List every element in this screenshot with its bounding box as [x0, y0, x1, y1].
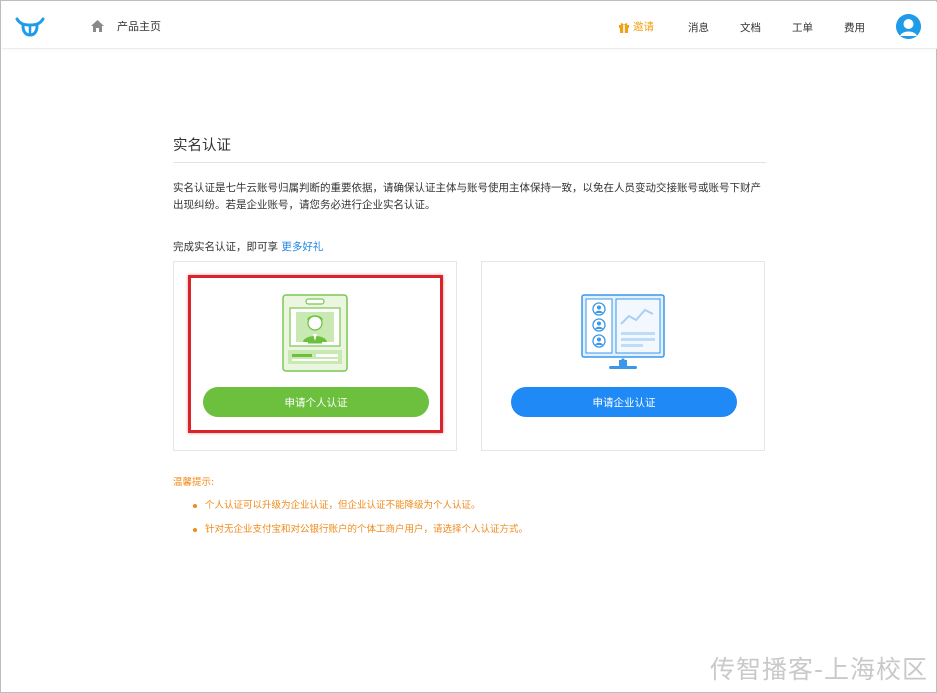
tip-item: 个人认证可以升级为企业认证，但企业认证不能降级为个人认证。: [173, 500, 766, 512]
nav-messages-label: 消息: [688, 22, 709, 34]
tips-list: 个人认证可以升级为企业认证，但企业认证不能降级为个人认证。 针对无企业支付宝和对…: [173, 500, 766, 536]
nav-docs-label: 文档: [740, 22, 761, 34]
watermark-text: 传智播客-上海校区: [709, 655, 928, 684]
more-gifts-link[interactable]: 更多好礼: [281, 241, 323, 253]
personal-card[interactable]: 申请个人认证: [173, 261, 457, 451]
enterprise-card[interactable]: 申请企业认证: [481, 261, 765, 451]
home-icon: [91, 20, 104, 32]
nav-invite-label: 邀请: [633, 21, 654, 33]
tips-title: 温馨提示:: [173, 477, 215, 488]
intro-text: 实名认证是七牛云账号归属判断的重要依据，请确保认证主体与账号使用主体保持一致，以…: [173, 182, 761, 211]
verification-options: 申请个人认证 申请企业认证: [173, 261, 766, 451]
nav-docs[interactable]: 文档: [740, 20, 761, 35]
page-title: 实名认证: [173, 131, 766, 163]
nav-ticket-label: 工单: [792, 22, 813, 34]
id-card-icon: [282, 294, 348, 372]
gift-prefix: 完成实名认证，即可享: [173, 241, 278, 253]
product-home-label: 产品主页: [117, 20, 161, 33]
user-avatar-icon: [896, 14, 921, 39]
nav-messages[interactable]: 消息: [688, 20, 709, 35]
browser-frame: 产品主页 邀请 消息 文档 工单 费用 实名认证 实名认证是七牛云账号归属判断的…: [0, 0, 937, 693]
top-header: 产品主页 邀请 消息 文档 工单 费用: [2, 2, 937, 49]
monitor-icon: [581, 294, 665, 369]
verification-panel: 实名认证 实名认证是七牛云账号归属判断的重要依据，请确保认证主体与账号使用主体保…: [173, 131, 766, 535]
nav-ticket[interactable]: 工单: [792, 20, 813, 35]
tip-item: 针对无企业支付宝和对公银行账户的个体工商户用户，请选择个人认证方式。: [173, 524, 766, 536]
qiniu-logo-icon[interactable]: [14, 14, 46, 38]
product-home-link[interactable]: 产品主页: [90, 17, 161, 35]
apply-enterprise-button[interactable]: 申请企业认证: [511, 387, 737, 417]
tips-section: 温馨提示: 个人认证可以升级为企业认证，但企业认证不能降级为个人认证。 针对无企…: [173, 474, 766, 548]
nav-billing-label: 费用: [844, 22, 865, 34]
apply-personal-button[interactable]: 申请个人认证: [203, 387, 429, 417]
gift-line: 完成实名认证，即可享 更多好礼: [173, 239, 766, 254]
gift-icon: [619, 22, 629, 33]
nav-invite[interactable]: 邀请: [618, 19, 654, 34]
user-avatar[interactable]: [896, 14, 921, 39]
nav-billing[interactable]: 费用: [844, 20, 865, 35]
